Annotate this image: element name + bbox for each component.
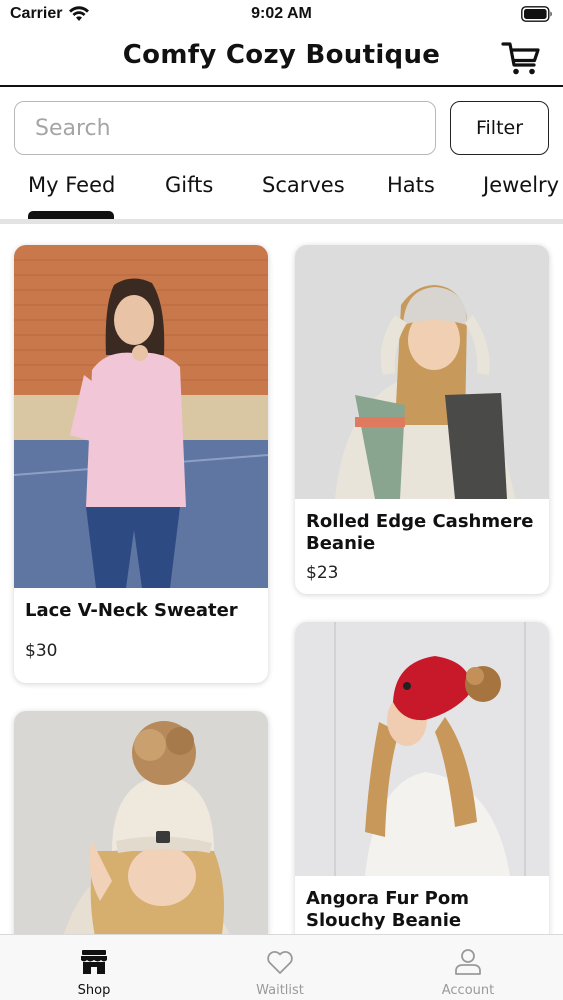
product-image [295, 245, 549, 499]
tab-my-feed[interactable]: My Feed [28, 173, 115, 197]
tabbar-shop[interactable]: Shop [34, 935, 154, 1000]
product-name: Angora Fur Pom Slouchy Beanie [306, 888, 469, 931]
bottom-tab-bar: Shop Waitlist Account [0, 934, 563, 1000]
storefront-icon [81, 950, 107, 974]
person-icon [455, 949, 481, 975]
tab-gifts[interactable]: Gifts [165, 173, 213, 197]
product-card[interactable]: Rolled Edge Cashmere Beanie $23 [295, 245, 549, 594]
status-bar: Carrier 9:02 AM [0, 0, 563, 30]
product-image [14, 711, 268, 934]
search-input[interactable] [14, 101, 436, 155]
category-tabs: My Feed Gifts Scarves Hats Jewelry [0, 165, 563, 221]
tabbar-label: Account [441, 983, 495, 998]
tab-hats[interactable]: Hats [387, 173, 435, 197]
tabbar-account[interactable]: Account [408, 935, 528, 1000]
app-title: Comfy Cozy Boutique [122, 40, 441, 70]
product-name: Lace V-Neck Sweater [25, 600, 238, 621]
heart-icon [267, 951, 293, 974]
tabbar-waitlist[interactable]: Waitlist [220, 935, 340, 1000]
filter-button[interactable]: Filter [450, 101, 549, 155]
product-card[interactable]: Lace V-Neck Sweater $30 [14, 245, 268, 683]
tab-scarves[interactable]: Scarves [262, 173, 345, 197]
nav-bar: Comfy Cozy Boutique [0, 30, 563, 87]
product-card[interactable]: Angora Fur Pom Slouchy Beanie [295, 622, 549, 934]
product-name: Rolled Edge Cashmere Beanie [306, 511, 534, 554]
battery-icon [521, 6, 552, 22]
cart-icon[interactable] [501, 38, 541, 78]
tabbar-label: Waitlist [256, 983, 304, 998]
product-image [14, 245, 268, 588]
tabbar-label: Shop [77, 983, 111, 998]
tab-jewelry[interactable]: Jewelry [483, 173, 559, 197]
product-card[interactable] [14, 711, 268, 934]
product-grid: Lace V-Neck Sweater $30 Rolled Edge Cash… [0, 224, 563, 934]
product-image [295, 622, 549, 876]
product-price: $30 [25, 641, 58, 661]
status-time: 9:02 AM [251, 5, 312, 22]
product-price: $23 [306, 563, 339, 583]
